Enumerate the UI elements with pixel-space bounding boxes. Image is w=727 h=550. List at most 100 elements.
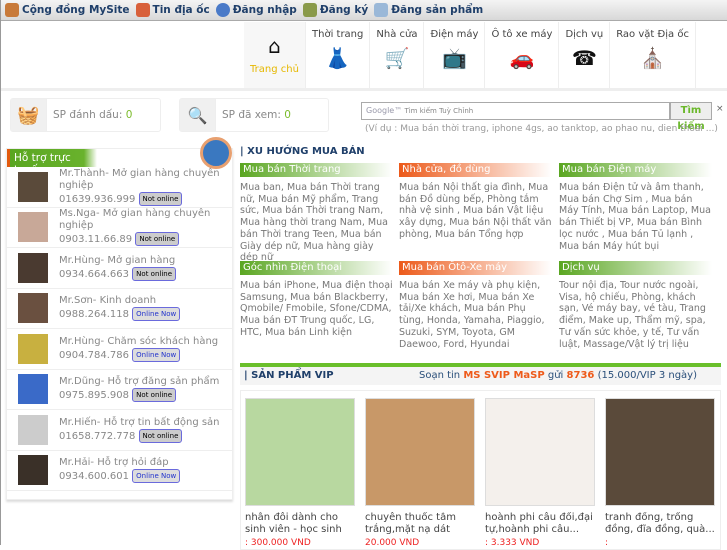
main-nav: ⌂ Trang chủ Thời trang 👗 Nhà cửa 🛒 Điện máy… [244,22,696,88]
product-card[interactable]: chuyên thuốc tắm trắng,mặt nạ dát vàng 20… [365,398,475,548]
tab-home[interactable]: ⌂ Trang chủ [244,22,306,88]
status-badge[interactable]: Online Now [132,469,181,484]
login-icon [215,3,230,17]
trend-category-links[interactable]: Mua bán Điện tử và âm thanh, Mua bán Chợ… [559,182,712,252]
support-phone: 0975.895.908 [59,390,129,402]
status-badge[interactable]: Not online [135,232,180,247]
avatar [18,171,48,202]
support-person: Mr.Hải- Hỗ trợ hỏi đáp 0934.600.601 Onlin… [7,451,232,491]
support-name: Mr.Hiến- Hỗ trợ tin bất động sản [59,416,220,428]
trend-category-title[interactable]: Mua bán Ôtô-Xe máy [399,261,552,275]
support-person: Mr.Hùng- Chăm sóc khách hàng 0904.784.786… [7,329,232,370]
marked-products-box[interactable]: 🧺 SP đánh dấu: 0 [10,98,161,132]
support-name: Mr.Hải- Hỗ trợ hỏi đáp [59,457,169,469]
topbar-post-product[interactable]: Đăng sản phẩm [374,3,483,17]
support-phone: 0904.784.786 [59,349,129,361]
support-name: Mr.Hùng- Chăm sóc khách hàng [59,335,219,347]
viewed-icon: 🔍 [180,99,216,131]
topbar-login[interactable]: Đăng nhập [215,3,297,17]
vip-products: nhẫn đôi dành cho sinh viên - học sinh : … [240,390,721,550]
support-phone: 01658.772.778 [59,430,136,442]
building-icon: ⛪ [640,46,666,70]
tab-services[interactable]: Dịch vụ ☎ [559,22,611,88]
tab-fashion[interactable]: Thời trang 👗 [306,22,371,88]
tab-home-goods[interactable]: Nhà cửa 🛒 [370,22,425,88]
avatar [18,293,48,324]
post-product-icon [374,3,389,17]
community-icon [5,3,19,17]
support-phone: 01639.936.999 [59,193,136,205]
cart-icon: 🛒 [384,46,410,70]
trend-category-title[interactable]: Góc nhìn Điện thoại [240,261,393,275]
product-image[interactable] [605,398,715,506]
trend-category-title[interactable]: Nhà cửa, đồ dùng [399,163,552,177]
product-image[interactable] [365,398,475,506]
product-name[interactable]: hoành phi câu đối,đại tự,hoành phi câu..… [485,512,595,536]
clear-search-icon[interactable]: × [716,104,724,114]
search-button[interactable]: Tìm kiếm [670,102,712,132]
avatar [18,414,48,445]
dress-icon: 👗 [325,46,351,70]
trend-category: Góc nhìn Điện thoại Mua bán iPhone, Mua đ… [240,261,393,339]
support-title: Hỗ trợ trực tuyến [7,149,97,176]
status-badge[interactable]: Online Now [132,347,181,362]
trend-category-links[interactable]: Tour nội địa, Tour nước ngoài, Visa, hộ … [559,280,712,350]
status-badge[interactable]: Online Now [132,307,181,322]
product-card[interactable]: nhẫn đôi dành cho sinh viên - học sinh : … [245,398,355,548]
product-card[interactable]: tranh đồng, trống đồng, đĩa đồng, quà...… [605,398,715,548]
product-price: : 3.333 VND [485,538,540,548]
support-person: Mr.Hùng- Mở gian hàng 0934.664.663 Not on… [7,248,232,289]
trend-category: Mua bán Điện máy Mua bán Điện tử và âm th… [559,163,712,252]
product-name[interactable]: tranh đồng, trống đồng, đĩa đồng, quà... [605,512,715,536]
status-badge[interactable]: Not online [132,388,177,403]
basket-icon: 🧺 [11,99,47,131]
product-card[interactable]: hoành phi câu đối,đại tự,hoành phi câu..… [485,398,595,548]
tv-icon: 📺 [442,46,467,70]
support-phone: 0903.11.66.89 [59,234,133,246]
topbar-register[interactable]: Đăng ký [302,3,368,17]
vip-header: | SẢN PHẨM VIP Soạn tin MS SVIP MaSP gửi… [240,363,721,385]
tab-vehicles[interactable]: Ô tô xe máy 🚗 [485,22,560,88]
product-name[interactable]: nhẫn đôi dành cho sinh viên - học sinh [245,512,355,536]
avatar [18,455,48,486]
nav-divider [1,88,727,91]
topbar-community[interactable]: Cộng đồng MySite [5,3,130,17]
trend-category-title[interactable]: Mua bán Thời trang [240,163,393,177]
status-badge[interactable]: Not online [132,266,177,281]
trend-category-links[interactable]: Mua ban, Mua bán Thời trang nữ, Mua bán … [240,182,393,264]
register-icon [302,3,317,17]
trend-category-title[interactable]: Mua bán Điện máy [559,163,712,177]
tab-real-estate-ads[interactable]: Rao vặt Địa ốc ⛪ [610,22,696,88]
trend-category-links[interactable]: Mua bán iPhone, Mua điện thoại Samsung, … [240,280,393,339]
product-name[interactable]: chuyên thuốc tắm trắng,mặt nạ dát vàng [365,512,475,536]
support-name: Ms.Nga- Mở gian hàng chuyên nghiệp [59,208,211,232]
trend-category: Nhà cửa, đồ dùng Mua bán Nội thất gia đìn… [399,163,552,241]
product-price: 20.000 VND [365,538,420,548]
support-name: Mr.Thành- Mở gian hàng chuyên nghiệp [59,167,220,191]
product-price: : [605,538,609,548]
status-badge[interactable]: Not online [138,428,183,443]
support-person: Ms.Nga- Mở gian hàng chuyên nghiệp 0903.1… [7,208,232,248]
mascot-icon [200,137,232,169]
trend-category: Dịch vụ Tour nội địa, Tour nước ngoài, Vi… [559,261,712,350]
phone-icon: ☎ [571,46,597,70]
viewed-products-box[interactable]: 🔍 SP đã xem: 0 [179,98,329,132]
car-icon: 🚗 [509,46,535,70]
search-input[interactable]: Google™ Tìm kiếm Tuỳ Chỉnh [361,102,670,120]
online-support-panel: Hỗ trợ trực tuyến Mr.Thành- Mở gian hàng… [6,137,233,500]
tab-electronics[interactable]: Điện máy 📺 [424,22,486,88]
support-phone: 0988.264.118 [59,309,129,321]
trend-category-links[interactable]: Mua bán Nội thất gia đình, Mua bán Đồ dù… [399,182,552,241]
product-price: : 300.000 VND [245,538,311,548]
trend-category: Mua bán Thời trang Mua ban, Mua bán Thời … [240,163,393,264]
support-name: Mr.Hùng- Mở gian hàng [59,254,176,266]
trend-category-title[interactable]: Dịch vụ [559,261,712,275]
status-badge[interactable]: Not online [138,191,183,206]
product-image[interactable] [485,398,595,506]
home-icon: ⌂ [268,34,281,58]
trend-category-links[interactable]: Mua bán Xe máy và phụ kiện, Mua bán Xe h… [399,280,552,350]
avatar [18,252,48,283]
topbar-real-estate[interactable]: Tin địa ốc [135,3,210,17]
avatar [18,333,48,364]
product-image[interactable] [245,398,355,506]
